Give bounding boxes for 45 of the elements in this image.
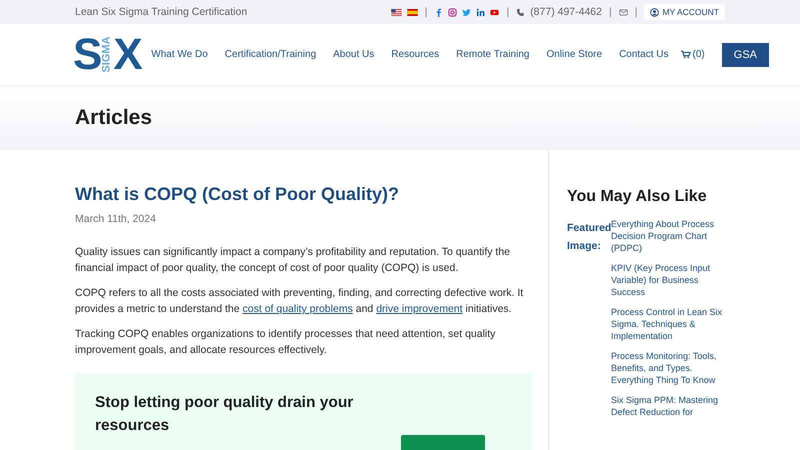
paragraph: Tracking COPQ enables organizations to identify processes that need attention, set quality improvement goals, and allocate resources effectively. — [75, 327, 496, 358]
nav-link[interactable]: Remote Training — [456, 49, 530, 60]
nav-link[interactable]: Contact Us — [619, 49, 669, 60]
mail-icon[interactable] — [618, 8, 628, 16]
separator: | — [424, 6, 428, 18]
nav-link[interactable]: Online Store — [546, 49, 602, 60]
text-link[interactable]: drive improvement — [376, 303, 463, 315]
paragraph: COPQ refers to all the costs associated with preventing, finding, and correcting defective work. It provides a metric to understand the cost of quality problems and drive improvement initiatives. — [75, 286, 524, 317]
nav-link[interactable]: About Us — [333, 49, 374, 60]
us-flag-icon[interactable] — [390, 8, 402, 16]
logo-letter[interactable]: S — [73, 32, 102, 76]
linkedin-icon[interactable] — [476, 8, 486, 16]
gsa-button[interactable]: GSA — [722, 42, 769, 66]
cart-icon — [680, 50, 691, 59]
nav-link[interactable]: Resources — [391, 49, 440, 60]
related-article-link[interactable]: Six Sigma PPM: Mastering Defect Reduction for — [611, 394, 727, 418]
article-title: What is COPQ (Cost of Poor Quality)? — [75, 184, 400, 205]
related-article-link[interactable]: Everything About Process Decision Program Chart (PDPC) — [611, 218, 727, 254]
facebook-icon[interactable] — [434, 8, 444, 16]
separator: | — [506, 6, 510, 18]
nav-link[interactable]: What We Do — [151, 49, 208, 60]
youtube-icon[interactable] — [490, 8, 500, 16]
related-article-link[interactable]: Process Control in Lean Six Sigma. Techniques & Implementation — [611, 306, 727, 342]
separator: | — [634, 6, 638, 18]
paragraph: Quality issues can significantly impact a company’s profitability and reputation. To quantify the financial impact of poor quality, the concept of cost of poor quality (COPQ) is used. — [75, 245, 512, 276]
user-icon — [650, 8, 660, 16]
separator: | — [609, 6, 612, 18]
nav-link[interactable]: Certification/Training — [224, 49, 316, 60]
text-link[interactable]: cost of quality problems — [242, 303, 353, 315]
tagline: Lean Six Sigma Training Certification — [75, 6, 248, 18]
spain-flag-icon[interactable] — [406, 8, 418, 16]
cart-link[interactable]: (0) — [680, 49, 705, 60]
instagram-icon[interactable] — [448, 8, 458, 16]
page-title: Articles — [75, 106, 152, 130]
article-date: March 11th, 2024 — [75, 213, 157, 225]
image-alt-text: Featured Image: — [567, 222, 612, 252]
related-article-link[interactable]: Process Monitoring: Tools, Benefits, and Types. Everything Thing To Know — [611, 350, 727, 386]
logo-letter[interactable]: X — [113, 32, 142, 76]
cta-title: Stop letting poor quality drain your resources — [95, 393, 354, 436]
related-article-link[interactable]: KPIV (Key Process Input Variable) for Business Success — [611, 262, 727, 298]
sidebar-title: You May Also Like — [567, 188, 708, 206]
account-button[interactable]: MY ACCOUNT — [644, 4, 725, 20]
phone-icon — [516, 8, 526, 16]
twitter-icon[interactable] — [462, 8, 472, 16]
phone-number[interactable]: (877) 497-4462 — [530, 6, 602, 18]
